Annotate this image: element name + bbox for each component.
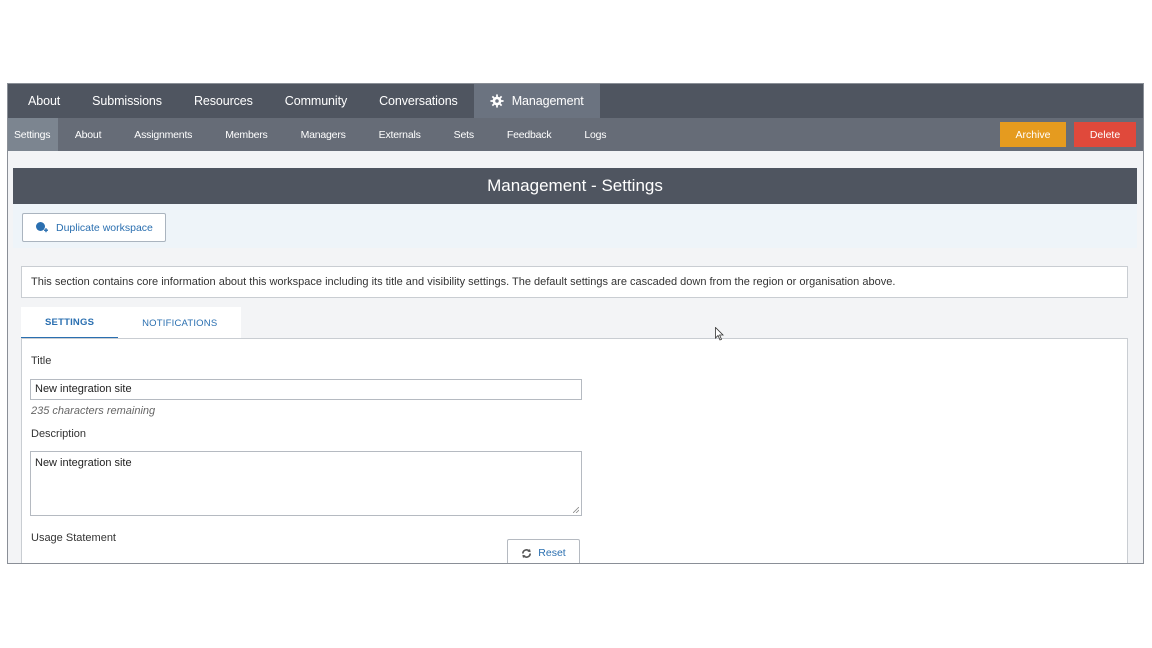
subnav-sets[interactable]: Sets — [437, 118, 490, 151]
delete-button[interactable]: Delete — [1074, 122, 1136, 147]
settings-tabs: SETTINGS NOTIFICATIONS — [21, 307, 242, 339]
subnav-about[interactable]: About — [58, 118, 117, 151]
description-label: Description — [31, 428, 87, 440]
info-message: This section contains core information a… — [21, 266, 1128, 298]
top-nav: About Submissions Resources Community Co… — [8, 84, 1143, 118]
description-value: New integration site — [35, 457, 132, 469]
resize-handle-icon[interactable] — [573, 507, 579, 513]
subnav-logs[interactable]: Logs — [568, 118, 623, 151]
subnav-feedback[interactable]: Feedback — [490, 118, 568, 151]
subnav-assignments[interactable]: Assignments — [118, 118, 209, 151]
settings-form: Title New integration site 235 character… — [21, 338, 1128, 563]
nav-resources[interactable]: Resources — [178, 84, 269, 118]
title-input[interactable]: New integration site — [30, 379, 582, 400]
subnav-settings[interactable]: Settings — [8, 118, 59, 151]
mouse-cursor-icon — [715, 327, 724, 341]
duplicate-workspace-label: Duplicate workspace — [56, 221, 153, 234]
app-window: About Submissions Resources Community Co… — [7, 83, 1144, 564]
nav-management-label: Management — [511, 94, 584, 108]
nav-about[interactable]: About — [8, 84, 76, 118]
tab-notifications[interactable]: NOTIFICATIONS — [118, 307, 242, 339]
panel-toolbar: Duplicate workspace — [13, 204, 1137, 248]
remaining-text: characters remaining — [52, 405, 156, 417]
title-label: Title — [31, 355, 52, 367]
gear-icon — [490, 94, 504, 108]
tab-settings[interactable]: SETTINGS — [21, 307, 119, 339]
nav-management[interactable]: Management — [473, 84, 600, 118]
subnav-managers[interactable]: Managers — [284, 118, 362, 151]
nav-submissions[interactable]: Submissions — [76, 84, 178, 118]
archive-button[interactable]: Archive — [1000, 122, 1066, 147]
subnav-members[interactable]: Members — [209, 118, 284, 151]
reset-button[interactable]: Reset — [507, 539, 580, 563]
duplicate-workspace-button[interactable]: Duplicate workspace — [22, 213, 166, 242]
nav-conversations[interactable]: Conversations — [363, 84, 474, 118]
duplicate-icon — [36, 222, 48, 233]
description-textarea[interactable]: New integration site — [30, 451, 582, 516]
page-title: Management - Settings — [13, 168, 1137, 204]
subnav-externals[interactable]: Externals — [362, 118, 437, 151]
nav-community[interactable]: Community — [269, 84, 363, 118]
reset-label: Reset — [538, 547, 566, 559]
characters-remaining: 235 characters remaining — [31, 405, 155, 417]
remaining-count: 235 — [31, 405, 50, 417]
sub-nav: Settings About Assignments Members Manag… — [8, 118, 1143, 151]
usage-statement-label: Usage Statement — [31, 532, 116, 544]
reset-icon — [522, 548, 532, 558]
